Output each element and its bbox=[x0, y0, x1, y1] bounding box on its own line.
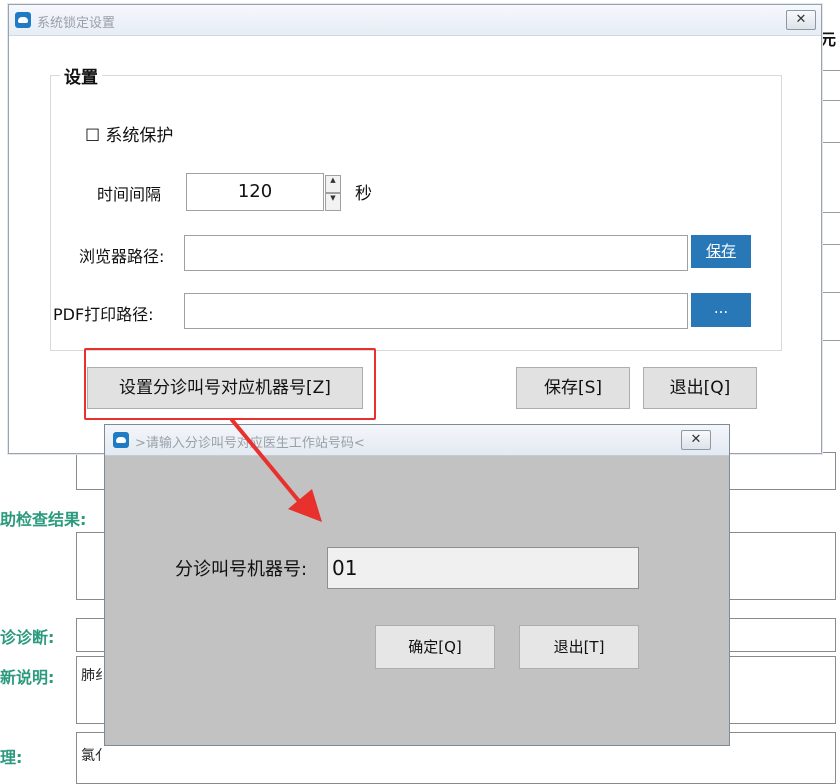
bg-divider bbox=[822, 100, 840, 101]
browser-path-save-button[interactable]: 保存 bbox=[691, 235, 751, 268]
app-cloud-icon bbox=[113, 432, 129, 448]
bg-label-diagnosis: 诊诊断: bbox=[0, 628, 55, 647]
dialog-titlebar[interactable]: 系统锁定设置 ✕ bbox=[9, 5, 821, 36]
bg-divider bbox=[822, 212, 840, 213]
settings-group-title: 设置 bbox=[60, 63, 102, 88]
checkbox-icon: ☐ bbox=[85, 126, 101, 146]
save-button[interactable]: 保存[S] bbox=[516, 367, 630, 409]
interval-stepper[interactable]: ▲ ▼ bbox=[325, 175, 341, 211]
sub-exit-button[interactable]: 退出[T] bbox=[519, 625, 639, 669]
sub-close-button[interactable]: ✕ bbox=[681, 430, 711, 450]
machine-number-label: 分诊叫号机器号: bbox=[175, 559, 308, 580]
bg-partial-char: 元 bbox=[820, 30, 837, 49]
browser-path-label: 浏览器路径: bbox=[79, 247, 165, 266]
bg-label-exam-result: 助检查结果: bbox=[0, 510, 87, 529]
highlight-box bbox=[84, 348, 376, 420]
sub-dialog-titlebar[interactable]: >请输入分诊叫号对应医生工作站号码< ✕ bbox=[105, 425, 729, 456]
bg-label-note: 新说明: bbox=[0, 668, 55, 687]
machine-number-input[interactable]: 01 bbox=[327, 547, 639, 589]
interval-unit: 秒 bbox=[355, 184, 372, 204]
bg-divider bbox=[822, 340, 840, 341]
stepper-down-icon[interactable]: ▼ bbox=[325, 193, 341, 211]
bg-divider bbox=[822, 244, 840, 245]
interval-input[interactable]: 120 bbox=[186, 173, 324, 211]
pdf-path-browse-button[interactable]: ... bbox=[691, 293, 751, 327]
pdf-path-label: PDF打印路径: bbox=[53, 305, 154, 324]
app-cloud-icon bbox=[15, 12, 31, 28]
bg-label-reason: 理: bbox=[0, 748, 23, 767]
bg-divider bbox=[822, 70, 840, 71]
exit-button[interactable]: 退出[Q] bbox=[643, 367, 757, 409]
pdf-path-input[interactable] bbox=[184, 293, 688, 329]
system-protect-label: 系统保护 bbox=[105, 126, 174, 146]
confirm-button[interactable]: 确定[Q] bbox=[375, 625, 495, 669]
dialog-title: 系统锁定设置 bbox=[37, 16, 116, 31]
bg-divider bbox=[822, 142, 840, 143]
close-button[interactable]: ✕ bbox=[786, 10, 816, 30]
browser-path-input[interactable] bbox=[184, 235, 688, 271]
system-protect-checkbox[interactable]: ☐ 系统保护 bbox=[85, 121, 173, 146]
stepper-up-icon[interactable]: ▲ bbox=[325, 175, 341, 193]
interval-label: 时间间隔 bbox=[97, 185, 162, 204]
machine-number-dialog: >请输入分诊叫号对应医生工作站号码< ✕ 分诊叫号机器号: 01 确定[Q] 退… bbox=[104, 424, 730, 746]
sub-dialog-title: >请输入分诊叫号对应医生工作站号码< bbox=[135, 436, 365, 451]
bg-reason-text: 氯亻 bbox=[81, 748, 109, 764]
close-icon: ✕ bbox=[690, 432, 702, 447]
close-icon: ✕ bbox=[795, 12, 807, 27]
bg-divider bbox=[822, 292, 840, 293]
